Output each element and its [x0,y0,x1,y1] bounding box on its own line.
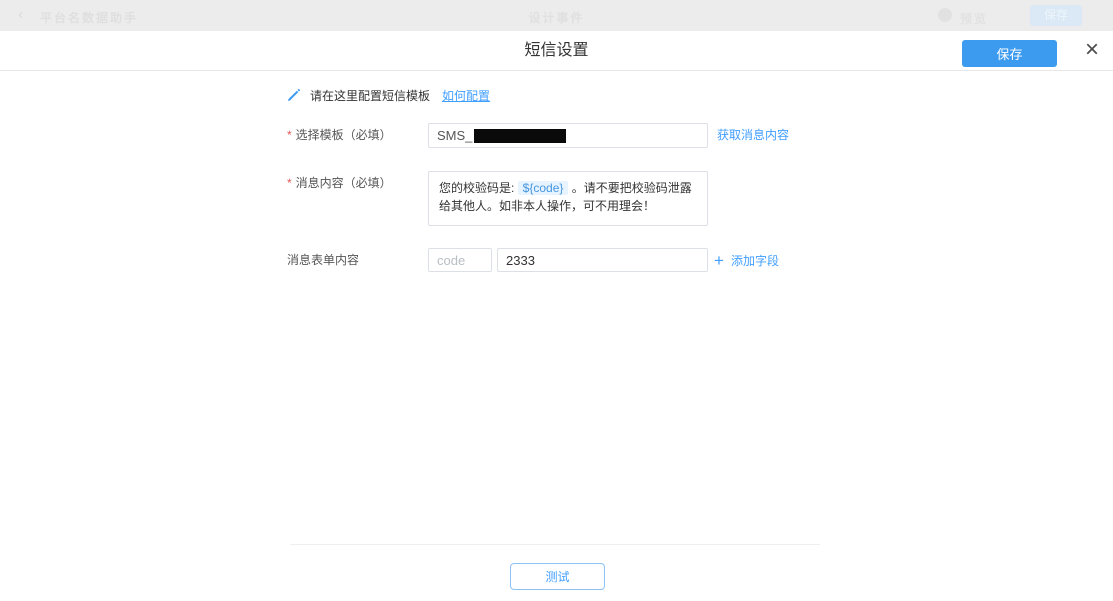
form-data-field-label: 消息表单内容 [287,248,359,273]
hint-row: 请在这里配置短信模板 如何配置 [287,86,490,104]
screen: ‹ 平台名数据助手 设计事件 预览 保存 短信设置 保存 × 请在这里配置短信模… [0,0,1113,601]
divider [290,544,820,545]
how-to-configure-link[interactable]: 如何配置 [442,87,490,104]
background-topbar: ‹ 平台名数据助手 设计事件 预览 保存 [0,0,1113,31]
form-data-label-text: 消息表单内容 [287,253,359,267]
required-mark: * [287,128,292,142]
template-input[interactable]: SMS_ [428,123,708,148]
required-mark: * [287,176,292,190]
content-field-label-text: 消息内容（必填） [296,176,392,190]
content-field-label: * 消息内容（必填） [287,171,392,196]
template-input-value: SMS_ [437,128,472,143]
background-save-button: 保存 [1030,5,1082,26]
modal-title: 短信设置 [0,31,1113,71]
save-button[interactable]: 保存 [962,40,1057,67]
template-field-label-text: 选择模板（必填） [296,128,392,142]
get-message-content-link[interactable]: 获取消息内容 [717,123,789,148]
add-field-link[interactable]: + 添加字段 [714,248,779,272]
field-key-input[interactable] [428,248,492,272]
hint-text: 请在这里配置短信模板 [310,87,430,104]
message-content-textarea[interactable]: 您的校验码是: ${code} 。请不要把校验码泄露给其他人。如非本人操作，可不… [428,171,708,226]
template-field-label: * 选择模板（必填） [287,123,392,148]
sms-settings-modal: 短信设置 保存 × 请在这里配置短信模板 如何配置 * 选择模板（必填） [0,31,1113,601]
preview-circle-icon [938,8,952,22]
test-button[interactable]: 测试 [510,563,605,590]
modal-body: 请在这里配置短信模板 如何配置 * 选择模板（必填） SMS_ 获取消息内容 * 消… [0,71,1113,601]
pencil-icon [287,88,301,102]
background-right-label: 预览 [960,10,988,27]
add-field-label: 添加字段 [731,252,779,269]
redacted-text [474,129,566,143]
modal-header: 短信设置 保存 × [0,31,1113,71]
content-text-before: 您的校验码是: [439,181,518,195]
field-value-input[interactable] [497,248,708,272]
close-icon[interactable]: × [1076,31,1108,71]
plus-icon: + [714,252,724,269]
code-token: ${code} [518,181,569,195]
